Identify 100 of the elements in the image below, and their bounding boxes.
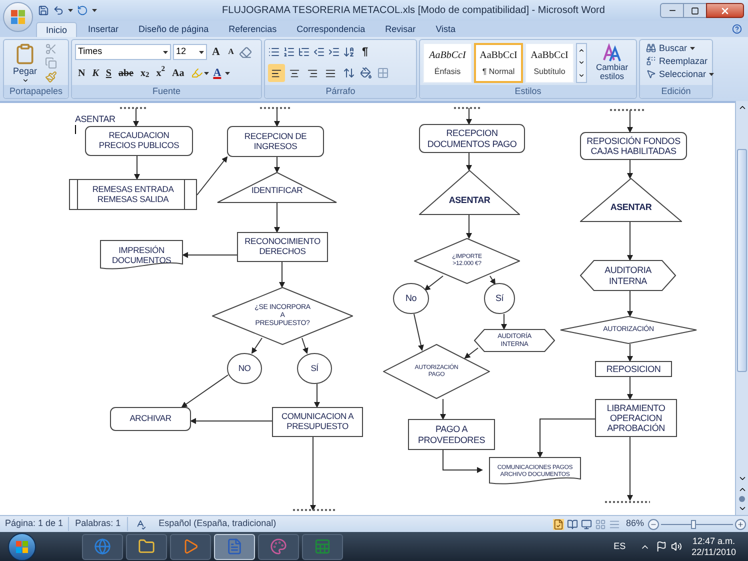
- flowchart-triangle: ASENTAR: [419, 170, 520, 215]
- connector-arrow: [627, 290, 633, 317]
- flowchart-hexagon: AUDITORIA INTERNA: [580, 260, 676, 291]
- media-icon: [182, 538, 199, 555]
- group-label: Estilos: [514, 87, 542, 96]
- ribbon-tab[interactable]: Inicio: [36, 22, 78, 37]
- save-icon[interactable]: [38, 5, 49, 16]
- ribbon-tab[interactable]: Correspondencia: [288, 22, 374, 37]
- format-button[interactable]: N: [75, 64, 88, 82]
- ribbon-tab[interactable]: Revisar: [376, 22, 425, 37]
- caret-icon: [68, 9, 73, 12]
- editing-button[interactable]: Reemplazar: [646, 56, 714, 66]
- flowchart-circle: Sí: [484, 283, 515, 314]
- web-layout-icon[interactable]: [580, 518, 592, 530]
- shrink-font-button[interactable]: A: [225, 43, 237, 61]
- proofing-icon[interactable]: [134, 518, 146, 530]
- format-button[interactable]: x$_{2}$: [137, 64, 152, 82]
- word-count[interactable]: Palabras: 1: [69, 517, 128, 531]
- action-center-icon[interactable]: [656, 541, 667, 552]
- sort-icon[interactable]: [343, 46, 355, 58]
- slider-thumb[interactable]: [691, 520, 696, 528]
- grow-font-button[interactable]: A: [209, 43, 223, 61]
- show-marks-button[interactable]: ¶: [358, 43, 372, 61]
- font-size-field[interactable]: 12: [173, 44, 207, 60]
- close-button[interactable]: [706, 3, 744, 18]
- page-count[interactable]: Página: 1 de 1: [0, 517, 70, 531]
- style-tile[interactable]: AaBbCcI Énfasis: [423, 43, 472, 83]
- caret-icon: [225, 72, 230, 74]
- editing-button[interactable]: Seleccionar: [646, 69, 714, 79]
- caret-icon: [92, 9, 97, 12]
- volume-icon[interactable]: [670, 541, 682, 552]
- scroll-down-icon: [578, 59, 585, 66]
- input-language[interactable]: ES: [614, 540, 626, 554]
- style-tile[interactable]: AaBbCcI ¶ Normal: [474, 43, 523, 83]
- vertical-scrollbar[interactable]: [735, 101, 748, 515]
- format-button[interactable]: x$^{2}$: [153, 64, 168, 82]
- format-button[interactable]: Aa: [168, 64, 188, 82]
- dotted-line: [260, 107, 290, 109]
- editing-button[interactable]: Buscar: [646, 43, 714, 53]
- start-button[interactable]: [8, 532, 36, 560]
- undo-icon[interactable]: [53, 5, 64, 16]
- previous-page-icon[interactable]: [738, 485, 746, 494]
- repeat-icon[interactable]: [77, 5, 88, 16]
- connector-arrow: [627, 222, 633, 261]
- format-button[interactable]: K: [89, 64, 102, 82]
- scroll-down-icon[interactable]: [738, 474, 746, 483]
- help-icon[interactable]: [732, 24, 742, 34]
- connector-arrow: [302, 338, 308, 354]
- connector-arrow: [501, 314, 507, 330]
- office-logo-icon: [10, 9, 26, 25]
- connector-arrow: [442, 450, 483, 473]
- taskbar-button[interactable]: [126, 534, 167, 560]
- connector-arrow: [182, 252, 238, 258]
- numbering-icon[interactable]: [283, 46, 295, 58]
- more-icon: [578, 72, 585, 80]
- style-tile[interactable]: AaBbCcI Subtítulo: [525, 43, 574, 83]
- language-status[interactable]: Español (España, tradicional): [152, 517, 282, 531]
- reading-layout-icon[interactable]: [566, 518, 578, 530]
- format-button[interactable]: S: [102, 64, 114, 82]
- line-spacing-icon[interactable]: [343, 67, 355, 79]
- flowchart-document: IMPRESIÓN DOCUMENTOS: [100, 240, 183, 271]
- styles-scroll[interactable]: [576, 43, 587, 83]
- font-color-button[interactable]: A: [210, 64, 224, 82]
- ribbon-tab[interactable]: Vista: [426, 22, 465, 37]
- multilevel-list-icon[interactable]: [298, 46, 310, 58]
- print-layout-icon[interactable]: [552, 518, 564, 530]
- taskbar-button[interactable]: [170, 534, 211, 560]
- clipboard-icon: [14, 43, 36, 65]
- find-icon: [646, 43, 656, 53]
- clock-time[interactable]: 12:47 a.m.: [692, 536, 736, 546]
- ribbon-tab[interactable]: Diseño de página: [130, 22, 218, 37]
- clock-date[interactable]: 22/11/2010: [692, 546, 736, 558]
- caret-icon: [690, 46, 696, 50]
- next-page-icon[interactable]: [738, 504, 746, 513]
- decrease-indent-icon[interactable]: [313, 46, 325, 58]
- font-name-field[interactable]: Times: [75, 44, 171, 60]
- office-button[interactable]: [3, 2, 33, 32]
- scroll-up-icon: [578, 46, 585, 54]
- increase-indent-icon[interactable]: [328, 46, 340, 58]
- connector-arrow: [251, 338, 262, 354]
- scroll-up-icon[interactable]: [738, 103, 746, 112]
- paste-button[interactable]: Pegar: [7, 43, 43, 85]
- format-button[interactable]: abe: [115, 64, 136, 82]
- ribbon-tab[interactable]: Referencias: [220, 22, 286, 37]
- caret-icon: [204, 72, 210, 74]
- dotted-line: [454, 107, 480, 109]
- clear-format-icon[interactable]: [239, 46, 252, 58]
- zoom-in-button[interactable]: [735, 518, 746, 530]
- maximize-button[interactable]: [684, 3, 706, 18]
- scroll-thumb[interactable]: [737, 149, 747, 372]
- ribbon-tab[interactable]: Insertar: [79, 22, 128, 37]
- zoom-slider[interactable]: [661, 518, 733, 530]
- change-styles-button[interactable]: Cambiar estilos: [589, 43, 635, 82]
- align-button[interactable]: [268, 64, 285, 82]
- shading-icon[interactable]: [360, 67, 372, 79]
- flowchart-box: RECAUDACION PRECIOS PUBLICOS: [85, 126, 193, 156]
- flowchart-triangle: ASENTAR: [580, 178, 682, 222]
- browse-object-icon[interactable]: [739, 496, 745, 502]
- zoom-level[interactable]: 86%: [626, 517, 644, 531]
- zoom-out-button[interactable]: [648, 518, 659, 530]
